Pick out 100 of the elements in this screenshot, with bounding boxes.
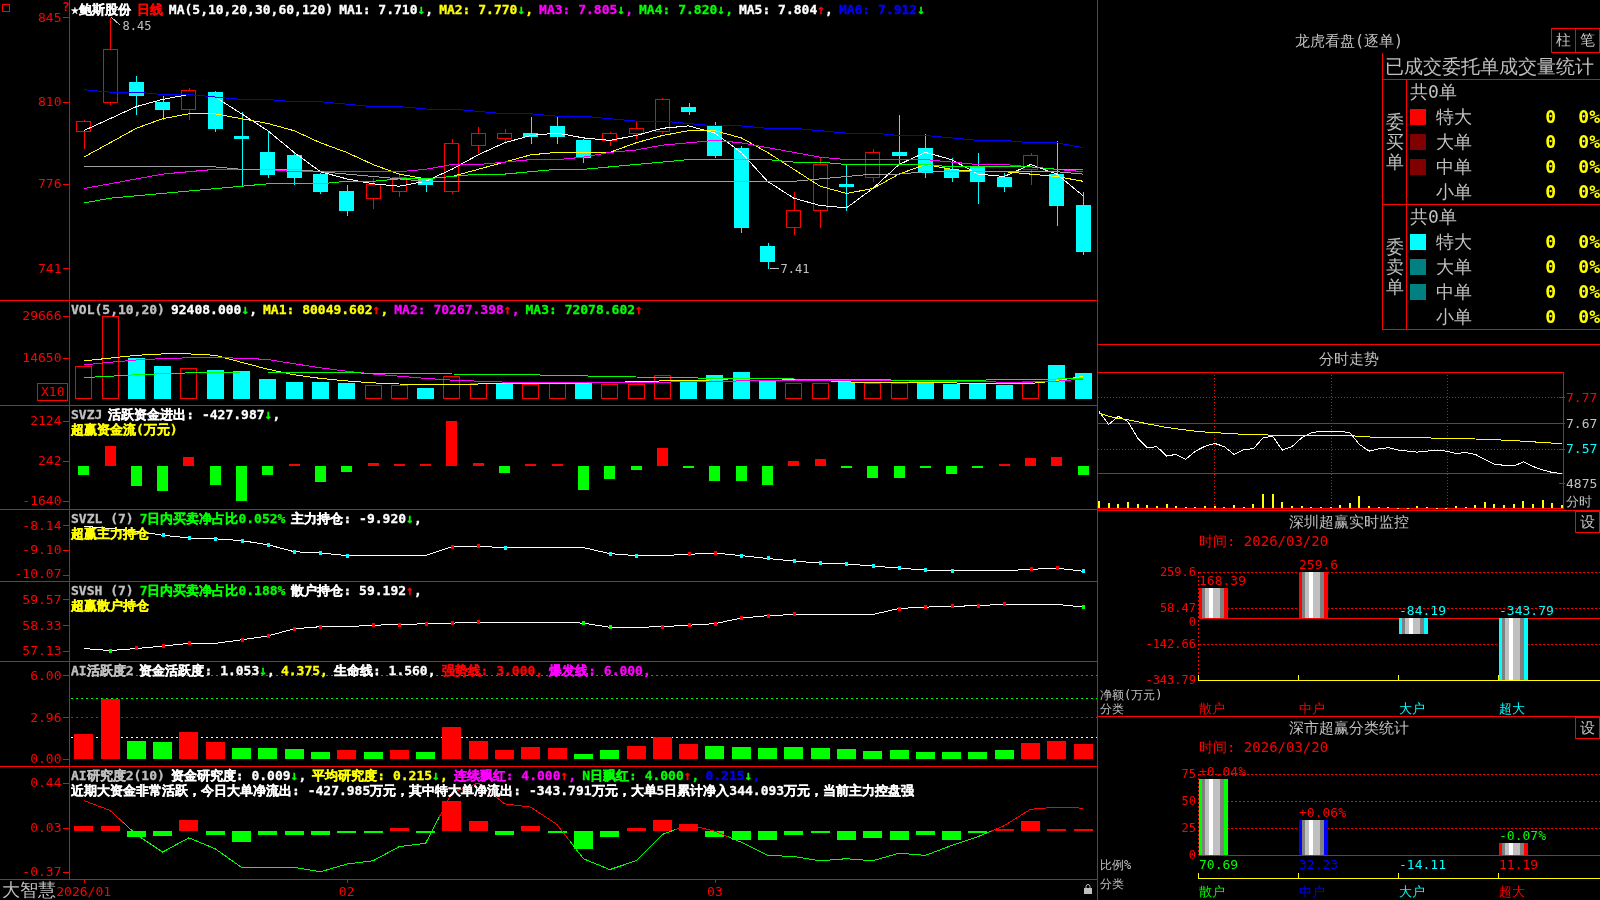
value-label: -84.19 bbox=[1399, 603, 1446, 619]
chart-legend-text: 7日内买卖净占比0.188% bbox=[139, 583, 286, 598]
chart-legend-text: 超赢散户持仓 bbox=[71, 598, 149, 613]
y-tick-label: 25 bbox=[1181, 821, 1196, 835]
order-share: 0% bbox=[1578, 131, 1600, 153]
y-tick-label: 0.00 bbox=[30, 751, 62, 766]
y-tick-label: 7.57 bbox=[1566, 441, 1598, 457]
chart-title: 深圳超赢实时监控 bbox=[1289, 513, 1409, 531]
value-label: 70.69 bbox=[1199, 857, 1239, 872]
chart-legend-text: AI研究度2(10) bbox=[71, 768, 165, 783]
y-tick-label: 6.00 bbox=[30, 667, 62, 683]
y-tick-label: 59.57 bbox=[22, 591, 62, 607]
chart-legend-text: 资金研究度: 0.009↓, bbox=[170, 768, 307, 783]
chart-legend-text: MA3: 7.805↓, bbox=[539, 2, 633, 17]
y-tick-label: 2.96 bbox=[30, 709, 62, 725]
order-share: 0% bbox=[1578, 231, 1600, 254]
category-label: 中户 bbox=[1299, 700, 1325, 716]
y-tick-label: 0.44 bbox=[30, 775, 62, 791]
order-size-label: 特大 bbox=[1436, 106, 1473, 129]
order-size-label: 小单 bbox=[1436, 180, 1473, 203]
value-label: 259.6 bbox=[1299, 557, 1339, 572]
order-count: 0 bbox=[1545, 106, 1556, 129]
chart-legend-text: 活跃资金进出: -427.987↓, bbox=[108, 407, 281, 422]
category-label: 大户 bbox=[1399, 884, 1425, 899]
order-total: 共0单 bbox=[1410, 80, 1457, 104]
order-size-label: 中单 bbox=[1436, 280, 1473, 303]
chart-legend-text: MA3: 72078.602↑ bbox=[525, 302, 643, 317]
group-label: 委卖单 bbox=[1385, 237, 1404, 297]
value-label: 11.19 bbox=[1499, 857, 1539, 872]
order-size-label: 大单 bbox=[1436, 256, 1473, 278]
chart-legend-text: MA(5,10,20,30,60,120) bbox=[168, 2, 334, 17]
category-label: 超大 bbox=[1499, 700, 1525, 716]
chart-legend-text: SVSH (7) bbox=[71, 583, 134, 598]
order-share: 0% bbox=[1578, 256, 1600, 278]
y-tick-label: 845 bbox=[38, 9, 62, 25]
panel-title: 分时走势 bbox=[1319, 349, 1379, 368]
y-tick-label: -10.07 bbox=[14, 566, 62, 581]
chart-subtitle: 时间: 2026/03/20 bbox=[1199, 739, 1329, 755]
chart-legend-text: MA2: 7.770↓, bbox=[439, 2, 534, 17]
value-label: 32.23 bbox=[1299, 857, 1339, 872]
order-size-label: 特大 bbox=[1436, 231, 1473, 254]
unit-label: X10 bbox=[37, 383, 69, 401]
chart-subtitle: 时间: 2026/03/20 bbox=[1199, 533, 1329, 549]
category-label: 散户 bbox=[1199, 884, 1225, 899]
brand-name: 大智慧 bbox=[2, 880, 56, 900]
value-label: -14.11 bbox=[1399, 857, 1446, 872]
y-tick-label: 2124 bbox=[30, 413, 62, 429]
order-share: 0% bbox=[1578, 155, 1600, 178]
order-count: 0 bbox=[1545, 155, 1556, 178]
chart-title: 深市超赢分类统计 bbox=[1289, 719, 1409, 737]
chart-legend-text: N日飘红: 4.000↑, bbox=[582, 768, 700, 783]
order-share: 0% bbox=[1578, 180, 1600, 203]
chart-legend-text: SVZJ bbox=[71, 407, 103, 422]
y-tick-label: 741 bbox=[38, 260, 62, 276]
chart-legend-text: 日线 bbox=[136, 2, 163, 17]
y-tick-label: 0 bbox=[1188, 848, 1196, 862]
order-count: 0 bbox=[1545, 180, 1556, 203]
y-tick-label: 7.77 bbox=[1566, 389, 1598, 405]
category-label: 大户 bbox=[1399, 700, 1425, 716]
change-label: -0.07% bbox=[1499, 827, 1546, 843]
value-label: -343.79 bbox=[1499, 603, 1554, 619]
order-size-label: 小单 bbox=[1436, 305, 1473, 328]
category-label: 中户 bbox=[1299, 884, 1325, 899]
y-tick-label: 242 bbox=[38, 453, 62, 469]
axis-label: 比例% bbox=[1100, 858, 1132, 872]
chart-legend-text: MA6: 7.912↓ bbox=[838, 2, 925, 17]
table-title: 已成交委托单成交量统计 bbox=[1383, 53, 1600, 80]
chart-legend-text: VOL(5,10,20) bbox=[71, 302, 165, 317]
chart-legend-text: 资金活跃度: 1.053↓, bbox=[139, 663, 275, 678]
y-tick-label: 29666 bbox=[22, 308, 62, 324]
y-tick-label: 259.6 bbox=[1159, 565, 1196, 579]
chart-legend-text: AI活跃度2 bbox=[71, 663, 134, 678]
change-label: +0.06% bbox=[1299, 805, 1346, 821]
chart-legend-text: MA1: 80049.602↑, bbox=[263, 302, 389, 317]
chart-legend-text: 生命线: 1.560, bbox=[333, 663, 436, 678]
axis-label: 分类 bbox=[1100, 877, 1124, 891]
x-tick-label: 2026/01 bbox=[56, 884, 112, 899]
price-annotation: 8.45 bbox=[122, 18, 152, 33]
y-tick-label: 810 bbox=[38, 94, 62, 110]
order-total: 共0单 bbox=[1410, 205, 1457, 229]
group-label: 委买单 bbox=[1385, 112, 1404, 172]
chart-legend-text: MA4: 7.820↓, bbox=[639, 2, 733, 17]
chart-legend-text: 超赢资金流(万元) bbox=[71, 422, 178, 437]
y-tick-label: 776 bbox=[38, 176, 62, 192]
order-count: 0 bbox=[1545, 305, 1556, 328]
order-count: 0 bbox=[1545, 256, 1556, 278]
chart-legend-text: 强势线: 3.000, bbox=[441, 663, 544, 678]
chart-legend-text: 连续飘红: 4.000↑, bbox=[453, 768, 577, 783]
y-tick-label: -0.37 bbox=[22, 864, 62, 880]
category-label: 散户 bbox=[1199, 700, 1225, 716]
order-count: 0 bbox=[1545, 131, 1556, 153]
y-tick-label: 58.33 bbox=[22, 617, 62, 633]
y-tick-label: -8.14 bbox=[22, 517, 62, 533]
y-tick-label: 14650 bbox=[22, 350, 62, 366]
y-tick-label: -343.79 bbox=[1145, 673, 1196, 687]
chart-legend-text: 散户持仓: 59.192↑, bbox=[291, 583, 422, 598]
chart-legend-text: MA1: 7.710↓, bbox=[339, 2, 434, 17]
order-count: 0 bbox=[1545, 280, 1556, 303]
y-tick-label: 0.03 bbox=[30, 820, 62, 836]
y-tick-label: 75 bbox=[1181, 767, 1196, 781]
